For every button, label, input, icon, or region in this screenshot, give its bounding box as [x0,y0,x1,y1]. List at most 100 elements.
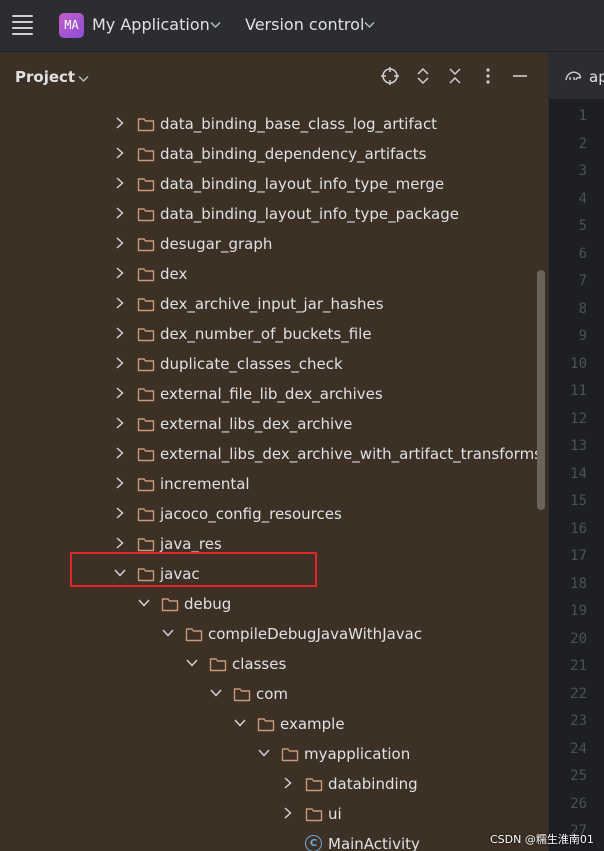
chevron-down-icon[interactable] [185,655,199,671]
chevron-right-icon[interactable] [113,175,127,191]
chevron-down-icon[interactable] [233,715,247,731]
chevron-down-icon[interactable] [257,745,271,761]
main-menu-icon[interactable] [12,15,33,35]
chevron-down-icon[interactable] [210,19,221,32]
project-name-dropdown[interactable]: My Application [92,15,210,34]
chevron-right-icon[interactable] [113,415,127,431]
tree-item[interactable]: external_libs_dex_archive [0,409,547,439]
tree-item[interactable]: compileDebugJavaWithJavac [0,619,547,649]
folder-icon [137,326,155,342]
editor-tab-label: ap [589,68,604,86]
expand-all-icon[interactable] [413,66,433,86]
project-tool-window: Project data_binding_base_class_log_arti… [0,52,547,851]
line-number: 12 [570,410,587,427]
tree-item[interactable]: dex_archive_input_jar_hashes [0,289,547,319]
highlight-box [70,552,317,587]
chevron-right-icon[interactable] [113,115,127,131]
project-panel-header: Project [0,52,547,102]
tree-item[interactable]: databinding [0,769,547,799]
line-number: 23 [570,713,587,729]
chevron-right-icon[interactable] [113,145,127,161]
version-control-dropdown[interactable]: Version control [245,15,364,34]
tree-item[interactable]: duplicate_classes_check [0,349,547,379]
chevron-right-icon[interactable] [113,205,127,221]
project-tree: data_binding_base_class_log_artifact data… [0,104,547,851]
chevron-down-icon[interactable] [161,625,175,641]
class-icon: C [305,835,322,851]
line-number: 19 [570,603,587,619]
tree-item[interactable]: classes [0,649,547,679]
tree-item[interactable]: myapplication [0,739,547,769]
folder-icon [185,626,203,642]
project-badge[interactable]: MA [59,13,84,38]
tree-item[interactable]: external_file_lib_dex_archives [0,379,547,409]
line-number: 8 [578,300,587,317]
tree-item-label: incremental [160,475,250,493]
line-number: 18 [570,575,587,592]
chevron-down-icon[interactable] [364,19,375,32]
chevron-right-icon[interactable] [113,475,127,491]
tree-item[interactable]: C MainActivity [0,829,547,851]
line-number: 9 [578,328,587,344]
tree-item-label: data_binding_layout_info_type_package [160,205,459,223]
chevron-right-icon[interactable] [113,535,127,551]
tree-item[interactable]: jacoco_config_resources [0,499,547,529]
line-number: 26 [570,795,587,812]
tree-item-label: duplicate_classes_check [160,355,343,373]
tree-item-label: myapplication [304,745,411,763]
chevron-right-icon[interactable] [281,805,295,821]
chevron-down-icon[interactable] [78,73,89,86]
project-view-selector[interactable]: Project [15,68,75,86]
chevron-right-icon[interactable] [113,355,127,371]
line-number: 13 [570,438,587,454]
chevron-right-icon[interactable] [113,445,127,461]
gradle-icon [565,71,582,81]
editor-tab[interactable]: ap [549,52,604,100]
line-number: 14 [570,465,587,482]
line-number: 7 [578,273,587,289]
line-number: 3 [578,163,587,179]
tree-scrollbar[interactable] [537,270,545,510]
chevron-right-icon[interactable] [113,295,127,311]
tree-item-label: dex_archive_input_jar_hashes [160,295,384,313]
tree-item[interactable]: debug [0,589,547,619]
chevron-right-icon[interactable] [113,235,127,251]
tree-item-label: dex [160,265,188,283]
chevron-right-icon[interactable] [281,775,295,791]
collapse-all-icon[interactable] [445,66,465,86]
tree-item[interactable]: external_libs_dex_archive_with_artifact_… [0,439,547,469]
tree-item-label: ui [328,805,342,823]
tree-item-label: java_res [160,535,222,553]
locate-icon[interactable] [380,66,400,86]
tree-item[interactable]: data_binding_layout_info_type_merge [0,169,547,199]
chevron-right-icon[interactable] [113,385,127,401]
chevron-right-icon[interactable] [113,265,127,281]
tree-item[interactable]: data_binding_base_class_log_artifact [0,109,547,139]
chevron-right-icon[interactable] [113,505,127,521]
tree-item[interactable]: data_binding_dependency_artifacts [0,139,547,169]
tree-item[interactable]: data_binding_layout_info_type_package [0,199,547,229]
chevron-right-icon[interactable] [113,325,127,341]
folder-icon [281,746,299,762]
tree-item[interactable]: desugar_graph [0,229,547,259]
tree-item-label: example [280,715,345,733]
more-options-icon[interactable] [478,66,498,86]
tree-item[interactable]: dex_number_of_buckets_file [0,319,547,349]
chevron-down-icon[interactable] [209,685,223,701]
line-number: 4 [578,190,587,207]
tree-item[interactable]: incremental [0,469,547,499]
tree-item[interactable]: example [0,709,547,739]
line-number: 22 [570,685,587,702]
hide-icon[interactable] [510,66,530,86]
folder-icon [209,656,227,672]
tree-item[interactable]: dex [0,259,547,289]
tree-item[interactable]: com [0,679,547,709]
folder-icon [137,266,155,282]
tree-item-label: external_libs_dex_archive [160,415,353,433]
tree-item-label: dex_number_of_buckets_file [160,325,372,343]
chevron-down-icon[interactable] [137,595,151,611]
tree-item[interactable]: ui [0,799,547,829]
folder-icon [233,686,251,702]
tree-item-label: external_file_lib_dex_archives [160,385,383,403]
line-number: 20 [570,630,587,647]
